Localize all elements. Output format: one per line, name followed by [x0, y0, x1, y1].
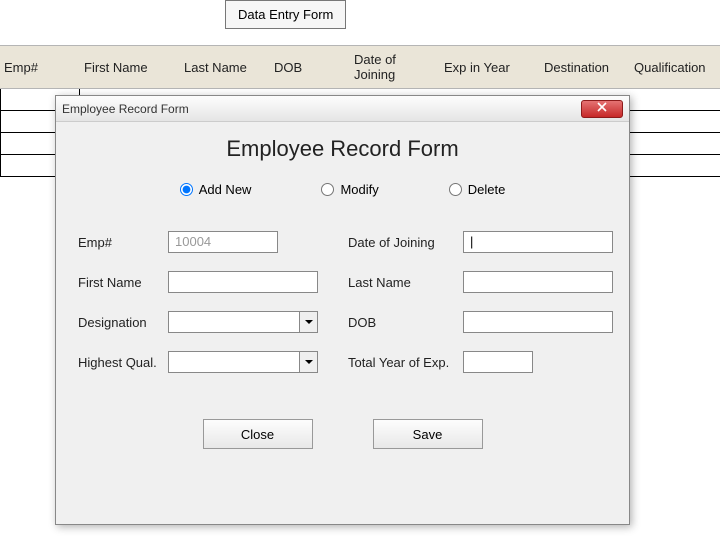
- radio-delete[interactable]: Delete: [449, 182, 506, 197]
- select-qualification[interactable]: [168, 351, 318, 373]
- label-designation: Designation: [78, 315, 168, 330]
- input-emp[interactable]: 10004: [168, 231, 278, 253]
- select-designation[interactable]: [168, 311, 318, 333]
- label-first-name: First Name: [78, 275, 168, 290]
- label-doj: Date of Joining: [348, 235, 463, 250]
- close-button[interactable]: Close: [203, 419, 313, 449]
- input-date-of-joining[interactable]: |: [463, 231, 613, 253]
- dialog-close-button[interactable]: [581, 100, 623, 118]
- input-last-name[interactable]: [463, 271, 613, 293]
- save-button[interactable]: Save: [373, 419, 483, 449]
- chevron-down-icon: [299, 352, 317, 372]
- header-row: Emp# First Name Last Name DOB Date of Jo…: [0, 45, 720, 89]
- label-last-name: Last Name: [348, 275, 463, 290]
- col-exp: Exp in Year: [440, 46, 540, 88]
- dialog-titlebar[interactable]: Employee Record Form: [56, 96, 629, 122]
- col-firstname: First Name: [80, 46, 180, 88]
- close-icon: [597, 102, 607, 115]
- radio-add-new-label: Add New: [199, 182, 252, 197]
- radio-modify-input[interactable]: [321, 183, 334, 196]
- data-entry-form-button[interactable]: Data Entry Form: [225, 0, 346, 29]
- radio-delete-input[interactable]: [449, 183, 462, 196]
- radio-delete-label: Delete: [468, 182, 506, 197]
- label-emp: Emp#: [78, 235, 168, 250]
- col-destination: Destination: [540, 46, 630, 88]
- label-dob: DOB: [348, 315, 463, 330]
- mode-radio-group: Add New Modify Delete: [56, 168, 629, 205]
- radio-add-new-input[interactable]: [180, 183, 193, 196]
- radio-modify[interactable]: Modify: [321, 182, 378, 197]
- employee-record-dialog: Employee Record Form Employee Record For…: [55, 95, 630, 525]
- label-exp: Total Year of Exp.: [348, 355, 463, 370]
- dialog-heading: Employee Record Form: [56, 122, 629, 168]
- input-first-name[interactable]: [168, 271, 318, 293]
- col-emp: Emp#: [0, 46, 80, 88]
- col-dob: DOB: [270, 46, 350, 88]
- input-dob[interactable]: [463, 311, 613, 333]
- col-lastname: Last Name: [180, 46, 270, 88]
- col-qualification: Qualification: [630, 46, 720, 88]
- input-total-exp[interactable]: [463, 351, 533, 373]
- label-qualification: Highest Qual.: [78, 355, 168, 370]
- dialog-title: Employee Record Form: [62, 102, 581, 116]
- col-doj: Date of Joining: [350, 46, 440, 88]
- radio-modify-label: Modify: [340, 182, 378, 197]
- chevron-down-icon: [299, 312, 317, 332]
- radio-add-new[interactable]: Add New: [180, 182, 252, 197]
